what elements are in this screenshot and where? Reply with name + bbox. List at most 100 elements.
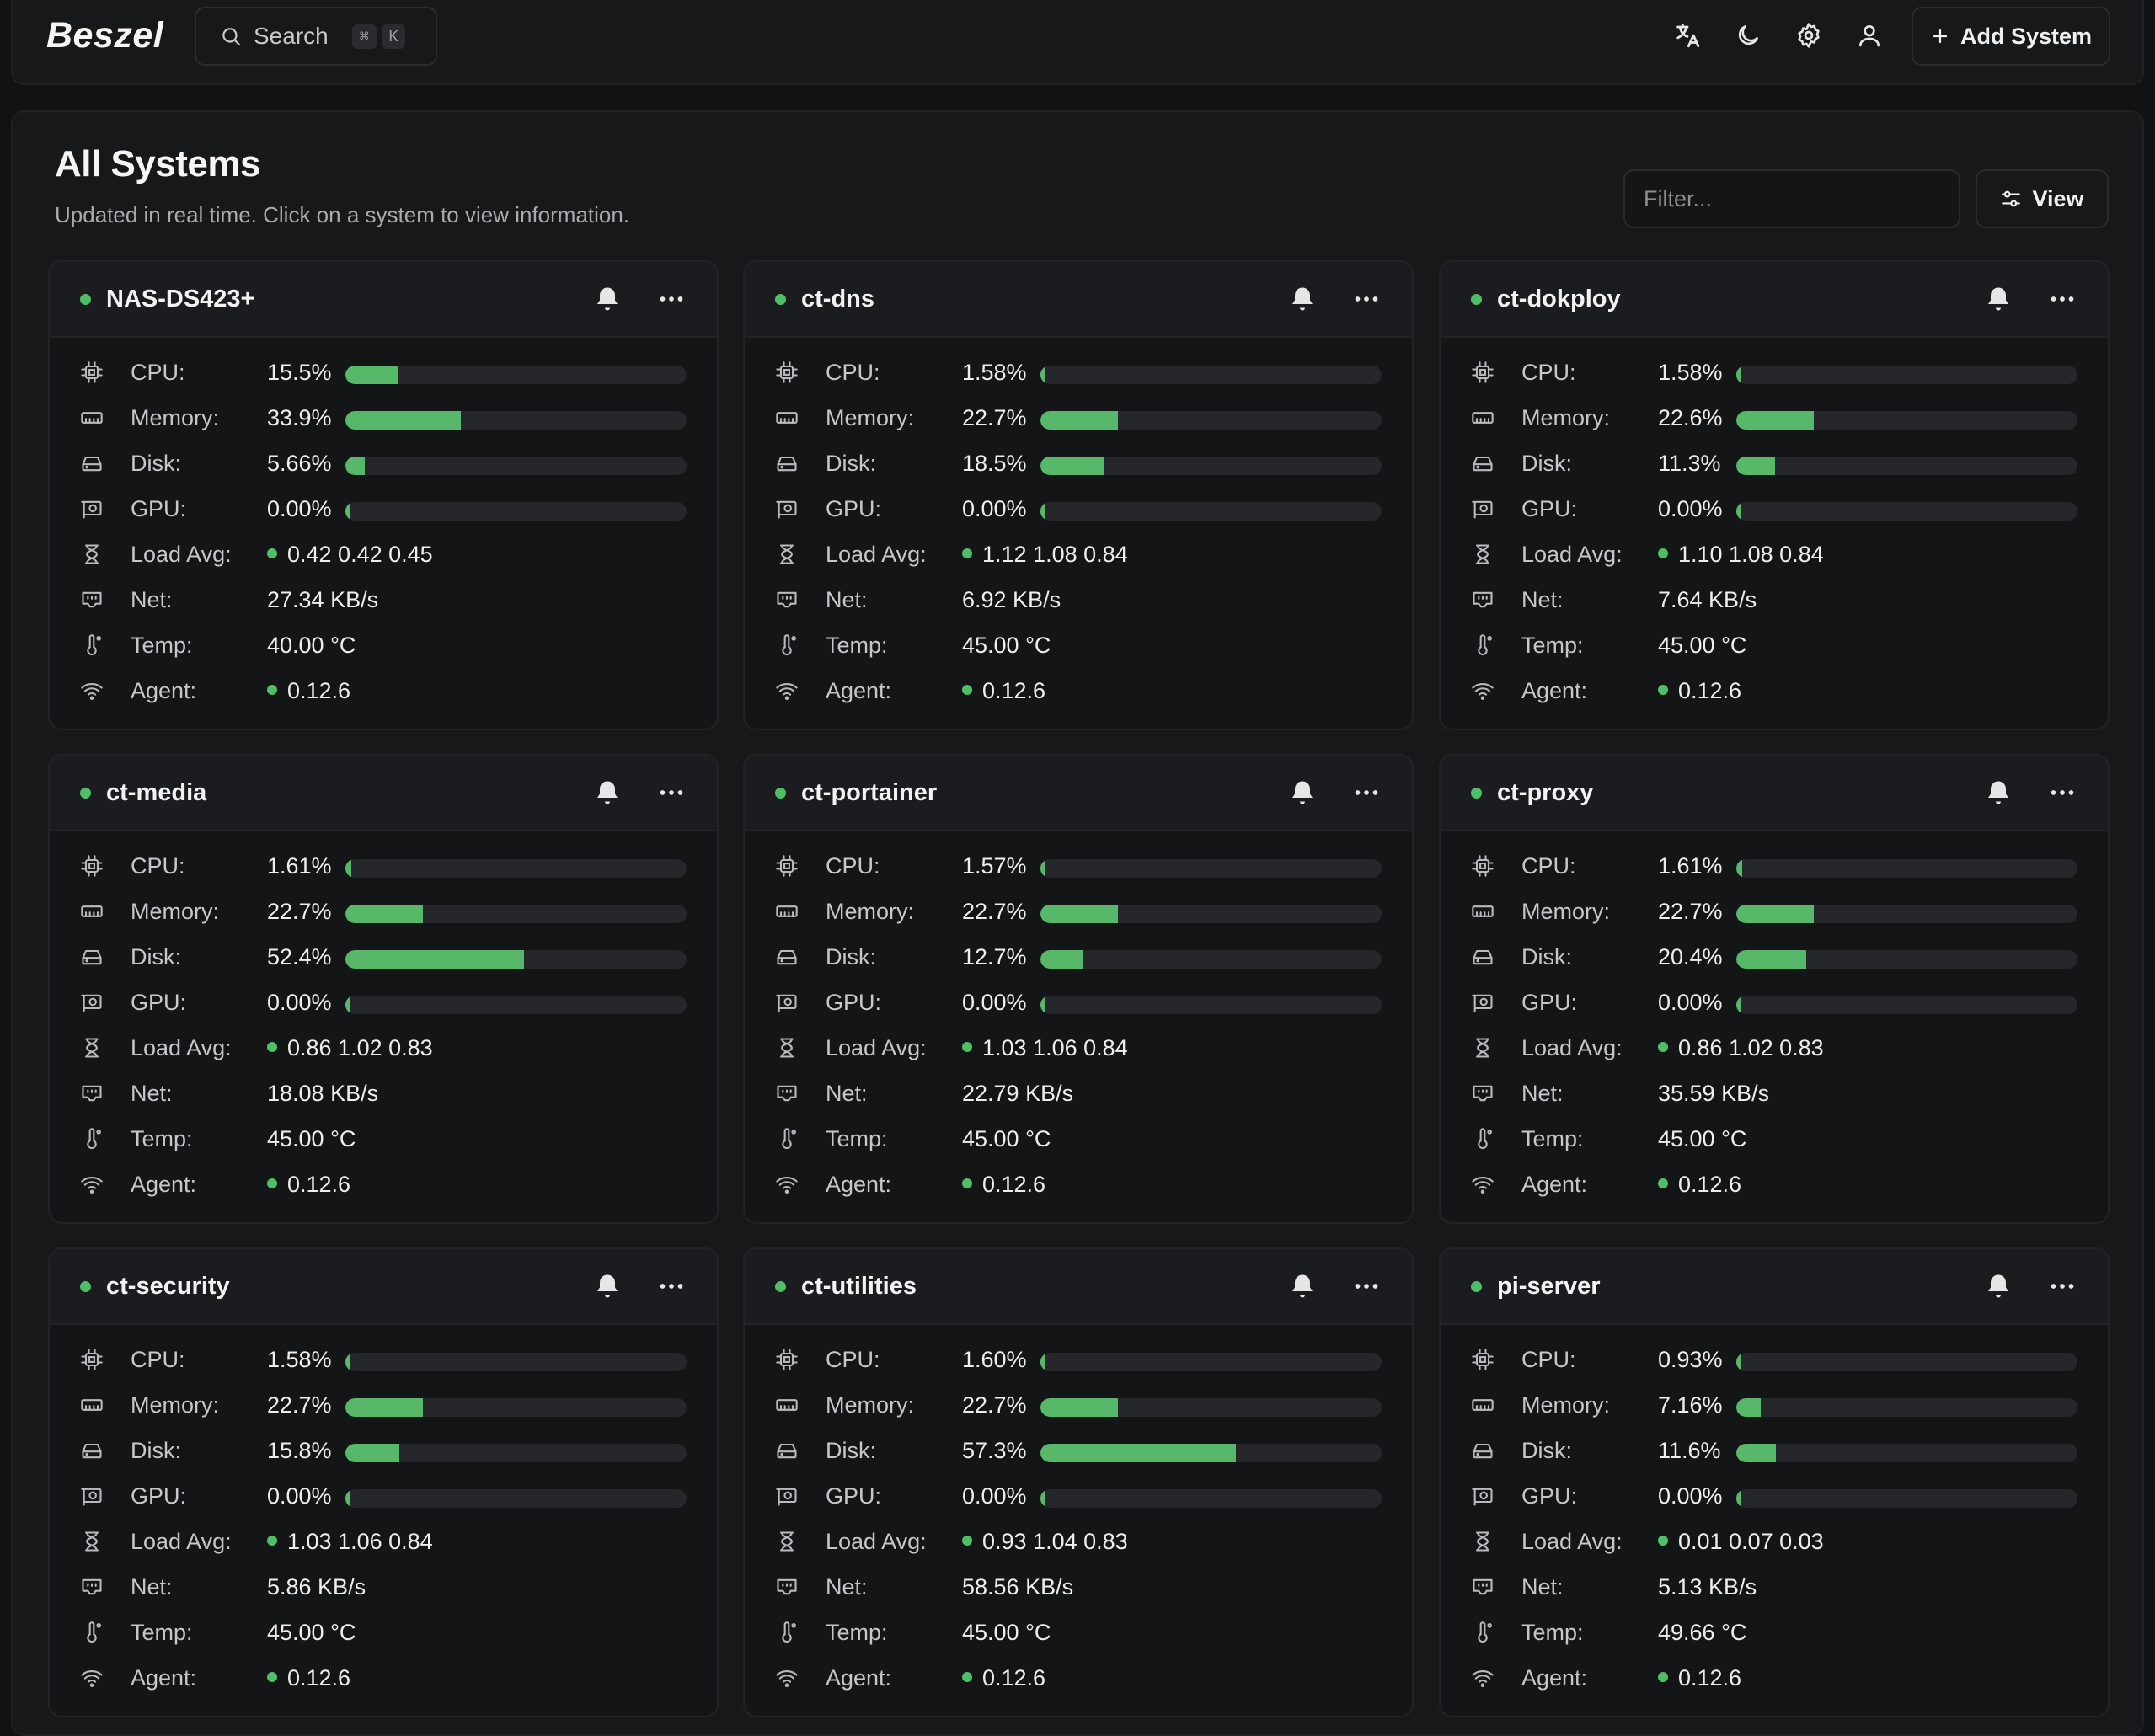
language-button[interactable] [1671,19,1704,52]
more-options-button[interactable] [2045,284,2079,314]
usage-bar-memory [1040,1398,1382,1417]
system-name[interactable]: ct-proxy [1497,779,1593,807]
disk-icon [80,945,104,969]
metric-row-gpu: GPU: 0.00% [745,980,1412,1025]
usage-bar-fill [345,905,423,923]
alerts-button[interactable] [1287,284,1318,314]
wifi-icon [775,679,799,702]
network-icon [80,588,104,612]
metric-row-temp: Temp: 45.00 °C [745,1610,1412,1655]
alerts-button[interactable] [592,1271,623,1301]
system-name[interactable]: NAS-DS423+ [106,286,255,313]
metric-value-memory: 22.6% [1658,404,1723,430]
more-options-button[interactable] [1350,777,1383,808]
systems-panel: All Systems Updated in real time. Click … [11,110,2144,1736]
more-options-button[interactable] [1350,1271,1383,1301]
metric-value-memory: 22.7% [1658,898,1723,924]
system-name[interactable]: ct-security [106,1273,230,1301]
metric-label: CPU: [131,852,185,879]
metric-value-agent: 0.12.6 [1678,1664,1742,1691]
user-button[interactable] [1853,19,1886,52]
system-name[interactable]: ct-dns [801,286,874,313]
more-options-button[interactable] [2045,1271,2079,1301]
alerts-button[interactable] [1287,1271,1318,1301]
metric-label: Temp: [1521,1619,1584,1645]
alerts-button[interactable] [1287,777,1318,808]
metric-row-agent: Agent: 0.12.6 [1441,1655,2108,1701]
metric-value-disk: 12.7% [962,943,1027,969]
bell-icon [1292,287,1313,311]
system-card[interactable]: ct-media CPU: 1.61% Memory: 22.7% Disk: 52.4% G… [48,754,719,1224]
more-options-button[interactable] [655,284,688,314]
user-icon [1859,25,1880,47]
system-name[interactable]: pi-server [1497,1273,1601,1301]
system-card[interactable]: pi-server CPU: 0.93% Memory: 7.16% Disk: 11.6%… [1439,1247,2110,1717]
metric-value-gpu: 0.00% [267,989,332,1015]
metric-value-wrap: 0.12.6 [962,1665,1045,1691]
metric-row-memory: Memory: 22.7% [745,1382,1412,1428]
alerts-button[interactable] [1983,284,2013,314]
usage-bar-fill [1040,950,1084,969]
system-name[interactable]: ct-dokploy [1497,286,1621,313]
more-options-button[interactable] [655,777,688,808]
metric-row-gpu: GPU: 0.00% [745,1473,1412,1519]
metric-row-memory: Memory: 33.9% [50,395,717,441]
metric-label: Net: [1521,586,1564,612]
metric-value-wrap: 0.12.6 [1658,1665,1741,1691]
system-name[interactable]: ct-portainer [801,779,937,807]
more-options-button[interactable] [1350,284,1383,314]
metric-row-agent: Agent: 0.12.6 [1441,1162,2108,1207]
usage-bar-fill [1040,859,1046,878]
cpu-icon [80,361,104,384]
metric-label: Agent: [826,677,892,703]
theme-toggle[interactable] [1731,19,1765,52]
settings-button[interactable] [1792,19,1826,52]
system-card-header: ct-security [50,1249,717,1325]
metric-value-gpu: 0.00% [1658,1482,1723,1509]
system-card[interactable]: ct-security CPU: 1.58% Memory: 22.7% Disk: 15.… [48,1247,719,1717]
view-options-button[interactable]: View [1976,169,2109,228]
alerts-button[interactable] [592,284,623,314]
system-card[interactable]: ct-dokploy CPU: 1.58% Memory: 22.6% Disk: 11.3… [1439,260,2110,730]
usage-bar-gpu [345,502,687,521]
metric-label: Net: [131,586,173,612]
metric-label: GPU: [826,989,882,1015]
more-options-button[interactable] [655,1271,688,1301]
network-icon [775,1082,799,1105]
add-system-button[interactable]: Add System [1912,7,2110,66]
metric-label: Load Avg: [826,1034,927,1060]
search-button[interactable]: Search ⌘ K [195,7,437,66]
status-dot [267,1672,277,1683]
system-card[interactable]: NAS-DS423+ CPU: 15.5% Memory: 33.9% Disk: 5.66… [48,260,719,730]
usage-bar-gpu [1736,502,2077,521]
metric-label: Temp: [826,1619,888,1645]
cpu-icon [80,854,104,878]
system-name[interactable]: ct-media [106,779,206,807]
metric-value-net: 5.13 KB/s [1658,1573,1757,1600]
system-name[interactable]: ct-utilities [801,1273,917,1301]
memory-icon [80,406,104,430]
hourglass-icon [775,1036,799,1060]
metric-value-cpu: 15.5% [267,359,332,385]
alerts-button[interactable] [592,777,623,808]
alerts-button[interactable] [1983,777,2013,808]
metric-value-disk: 20.4% [1658,943,1723,969]
metric-value-memory: 22.7% [962,1391,1027,1418]
metric-row-disk: Disk: 18.5% [745,441,1412,486]
system-card[interactable]: ct-utilities CPU: 1.60% Memory: 22.7% Disk: 57… [743,1247,1414,1717]
more-options-button[interactable] [2045,777,2079,808]
filter-input[interactable] [1623,169,1960,228]
system-card[interactable]: ct-portainer CPU: 1.57% Memory: 22.7% Disk: 12… [743,754,1414,1224]
metric-row-agent: Agent: 0.12.6 [1441,668,2108,713]
shortcut-key-cmd: ⌘ [351,24,377,49]
metric-label: Load Avg: [131,541,232,567]
memory-icon [1471,406,1495,430]
metric-row-load: Load Avg: 0.93 1.04 0.83 [745,1519,1412,1564]
app-logo[interactable]: Beszel [46,15,163,56]
metric-value-wrap: 1.03 1.06 0.84 [267,1529,433,1555]
alerts-button[interactable] [1983,1271,2013,1301]
system-card[interactable]: ct-proxy CPU: 1.61% Memory: 22.7% Disk: 20.4% G… [1439,754,2110,1224]
system-card[interactable]: ct-dns CPU: 1.58% Memory: 22.7% Disk: 18.5% GPU… [743,260,1414,730]
moon-icon [1738,25,1758,45]
usage-bar-fill [1040,366,1046,384]
